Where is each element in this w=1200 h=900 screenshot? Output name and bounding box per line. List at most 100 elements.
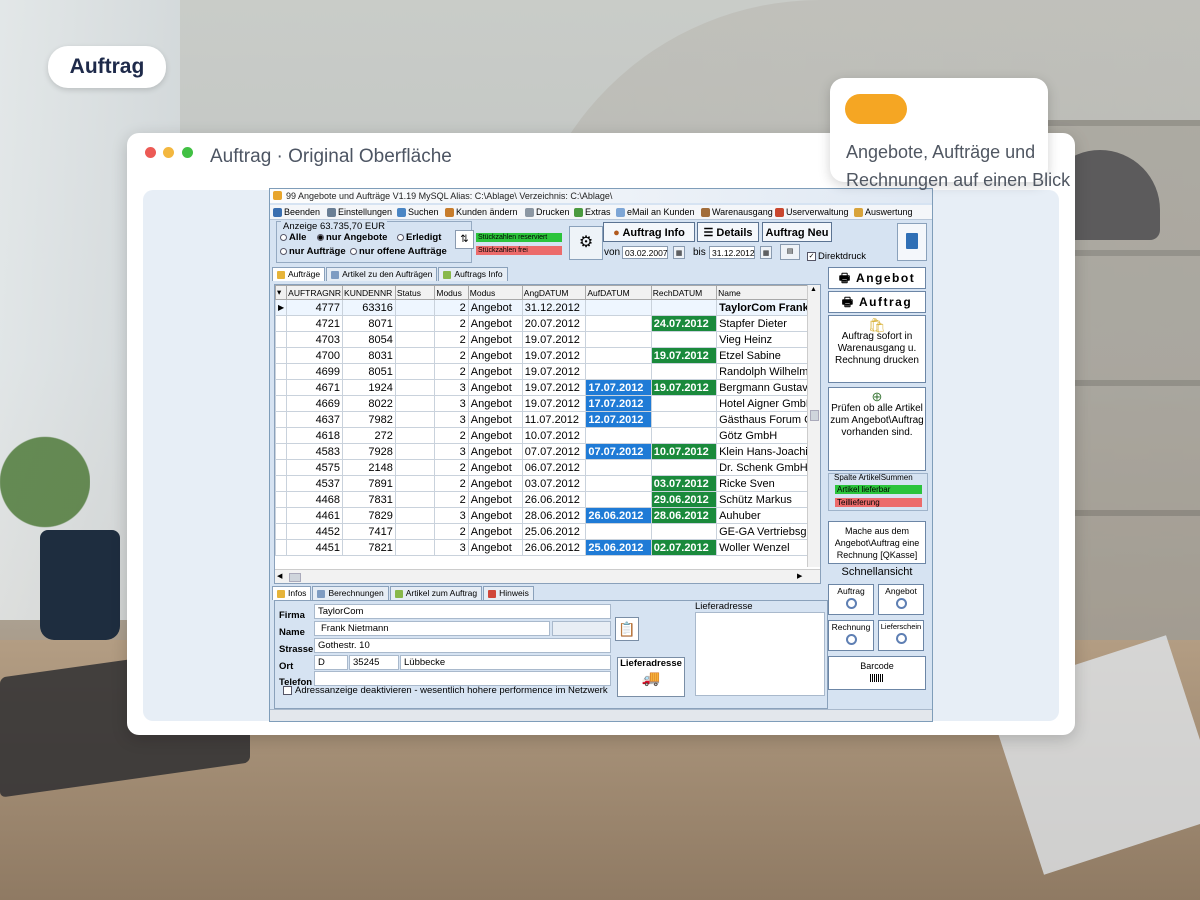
cell-kundennr: 8031: [342, 347, 396, 364]
details-button[interactable]: ☰ Details: [697, 222, 759, 242]
menu-suchen[interactable]: Suchen: [397, 205, 439, 219]
col-modus-nr[interactable]: Modus: [434, 285, 469, 300]
radio-nur-auftraege[interactable]: nur Aufträge: [280, 246, 346, 257]
menu-auswertung[interactable]: Auswertung: [854, 205, 913, 219]
tab-auftrags-info[interactable]: Auftrags Info: [438, 267, 508, 281]
magnify-plus-icon: ⊕: [871, 389, 883, 404]
table-row[interactable]: 4700 8031 2 Angebot 19.07.2012 19.07.2012 Etze…: [275, 347, 820, 364]
table-row[interactable]: 4721 8071 2 Angebot 20.07.2012 24.07.2012 Stap…: [275, 315, 820, 332]
auftrag-sofort-button[interactable]: 🛍 Auftrag sofort in Warenausgang u. Rechn…: [828, 315, 926, 383]
menu-kunden-aendern[interactable]: Kunden ändern: [445, 205, 518, 219]
bis-date-input[interactable]: 31.12.2012: [709, 246, 755, 259]
menu-warenausgang[interactable]: Warenausgang: [701, 205, 773, 219]
auftrag-print-button[interactable]: 🖶 Auftrag: [828, 291, 926, 313]
tab-auftraege[interactable]: Aufträge: [272, 267, 326, 281]
lieferadresse-box[interactable]: [695, 612, 825, 696]
col-rechdatum[interactable]: RechDATUM: [650, 285, 718, 300]
clipboard-button[interactable]: 📋: [615, 617, 639, 641]
name-extra-field[interactable]: [552, 621, 611, 636]
app-titlebar: 99 Angebote und Aufträge V1.19 MySQL Ali…: [270, 189, 932, 203]
scroll-up-icon[interactable]: ▲: [810, 286, 817, 293]
menu-email[interactable]: eMail an Kunden: [616, 205, 695, 219]
lieferadresse-button[interactable]: Lieferadresse 🚚: [617, 657, 685, 697]
col-kundennr[interactable]: KUNDENNR: [342, 285, 396, 300]
menu-beenden[interactable]: Beenden: [273, 205, 320, 219]
article-icon: [394, 589, 403, 598]
barcode-button[interactable]: Barcode: [828, 656, 926, 690]
mache-rechnung-button[interactable]: Mache aus dem Angebot\Auftrag eine Rechn…: [828, 521, 926, 564]
adressanzeige-checkbox[interactable]: Adressanzeige deaktivieren - wesentlich …: [283, 685, 608, 696]
scroll-left-icon[interactable]: ◀: [277, 572, 282, 580]
ort-field[interactable]: Lübbecke: [400, 655, 611, 670]
menu-userverwaltung[interactable]: Userverwaltung: [775, 205, 849, 219]
land-field[interactable]: D: [314, 655, 348, 670]
table-row[interactable]: 4452 7417 2 Angebot 25.06.2012 GE-GA Vertrieb…: [275, 523, 820, 540]
table-row[interactable]: ▶ 4777 63316 2 Angebot 31.12.2012 TaylorCom Fr…: [275, 299, 820, 316]
bis-calendar-icon[interactable]: ▦: [760, 246, 772, 259]
table-row[interactable]: 4671 1924 3 Angebot 19.07.2012 17.07.2012 19.0…: [275, 379, 820, 396]
quick-rechnung-button[interactable]: Rechnung: [828, 620, 874, 651]
cell-kundennr: 2148: [342, 459, 396, 476]
telefon-field[interactable]: [314, 671, 611, 686]
menu-einstellungen[interactable]: Einstellungen: [327, 205, 392, 219]
tab-artikel-zu-den-auftraegen[interactable]: Artikel zu den Aufträgen: [326, 267, 438, 281]
exit-door-button[interactable]: [897, 223, 927, 261]
puzzle-button[interactable]: ⚙: [569, 226, 603, 260]
auftrag-info-button[interactable]: ● Auftrag Info: [603, 222, 695, 242]
cell-auftragnr: 4461: [286, 507, 344, 524]
col-auftragnr[interactable]: AUFTRAGNR: [286, 285, 344, 300]
von-calendar-icon[interactable]: ▦: [673, 246, 685, 259]
name-field[interactable]: Frank Nietmann: [314, 621, 550, 636]
auftrag-neu-button[interactable]: Auftrag Neu: [762, 222, 832, 242]
col-status[interactable]: Status: [394, 285, 436, 300]
table-row[interactable]: 4575 2148 2 Angebot 06.07.2012 Dr. Schenk Gmb…: [275, 459, 820, 476]
menu-drucken[interactable]: Drucken: [525, 205, 570, 219]
quick-lieferschein-button[interactable]: Lieferschein: [878, 620, 924, 651]
firma-field[interactable]: TaylorCom: [314, 604, 611, 619]
scroll-right-icon[interactable]: ▶: [797, 572, 802, 580]
radio-erledigt[interactable]: Erledigt: [397, 232, 441, 243]
table-row[interactable]: 4537 7891 2 Angebot 03.07.2012 03.07.2012 Rick…: [275, 475, 820, 492]
pruefen-button[interactable]: ⊕ Prüfen ob alle Artikel zum Angebot\Auft…: [828, 387, 926, 471]
col-name[interactable]: Name: [716, 285, 820, 300]
sort-button[interactable]: ⇅: [455, 230, 474, 249]
hscroll-thumb[interactable]: [289, 573, 301, 582]
table-row[interactable]: 4703 8054 2 Angebot 19.07.2012 Vieg Heinz: [275, 331, 820, 348]
cell-status: [394, 379, 436, 396]
table-row[interactable]: 4618 272 2 Angebot 10.07.2012 Götz GmbH: [275, 427, 820, 444]
cell-rechdatum: [650, 427, 718, 444]
col-aufdatum[interactable]: AufDATUM: [585, 285, 652, 300]
menu-extras[interactable]: Extras: [574, 205, 611, 219]
table-row[interactable]: 4583 7928 3 Angebot 07.07.2012 07.07.2012 10.0…: [275, 443, 820, 460]
von-date-input[interactable]: 03.02.2007: [622, 246, 668, 259]
tab-artikel-zum-auftrag[interactable]: Artikel zum Auftrag: [389, 586, 483, 600]
people-icon: ●: [613, 227, 620, 239]
angebot-print-button[interactable]: 🖶 Angebot: [828, 267, 926, 289]
table-row[interactable]: 4637 7982 3 Angebot 11.07.2012 12.07.2012 Gäst…: [275, 411, 820, 428]
quick-auftrag-button[interactable]: Auftrag: [828, 584, 874, 615]
table-row[interactable]: 4669 8022 3 Angebot 19.07.2012 17.07.2012 Hote…: [275, 395, 820, 412]
grid-vertical-scrollbar[interactable]: ▲: [807, 285, 820, 567]
table-row[interactable]: 4468 7831 2 Angebot 26.06.2012 29.06.2012 Schü…: [275, 491, 820, 508]
radio-alle[interactable]: Alle: [280, 232, 306, 243]
col-modus[interactable]: Modus: [467, 285, 523, 300]
tab-hinweis[interactable]: Hinweis: [483, 586, 534, 600]
table-row[interactable]: 4451 7821 3 Angebot 26.06.2012 25.06.2012 02.0…: [275, 539, 820, 556]
settings-icon: [327, 207, 336, 217]
radio-nur-angebote[interactable]: nur Angebote: [317, 232, 387, 243]
quick-angebot-button[interactable]: Angebot: [878, 584, 924, 615]
cell-aufdatum: [585, 299, 652, 316]
tab-berechnungen[interactable]: Berechnungen: [312, 586, 389, 600]
calculator-icon[interactable]: ▤: [780, 244, 800, 260]
col-angdatum[interactable]: AngDATUM: [521, 285, 587, 300]
grid-horizontal-scrollbar[interactable]: ◀ ▶: [275, 569, 820, 583]
table-row[interactable]: 4461 7829 3 Angebot 28.06.2012 26.06.2012 28.0…: [275, 507, 820, 524]
plz-field[interactable]: 35245: [349, 655, 399, 670]
direktdruck-checkbox[interactable]: ✓ Direktdruck: [807, 251, 866, 262]
table-row[interactable]: 4699 8051 2 Angebot 19.07.2012 Randolph Wilhe…: [275, 363, 820, 380]
strasse-field[interactable]: Gothestr. 10: [314, 638, 611, 653]
scroll-thumb[interactable]: [810, 410, 819, 421]
radio-nur-offene-auftraege[interactable]: nur offene Aufträge: [350, 246, 447, 257]
cell-modus-nr: 3: [434, 379, 469, 396]
tab-infos[interactable]: Infos: [272, 586, 312, 600]
